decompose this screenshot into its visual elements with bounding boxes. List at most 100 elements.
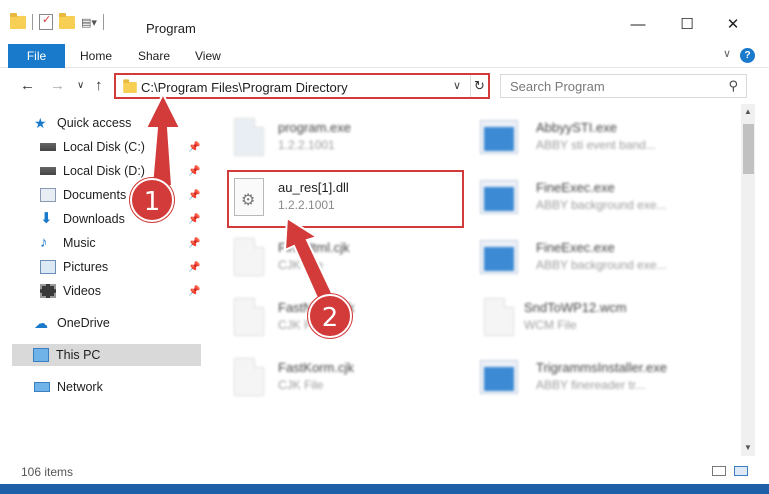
file-type: WCM File xyxy=(524,318,577,332)
sidebar-item-local-disk-c[interactable]: Local Disk (C:) 📌 xyxy=(0,136,206,158)
file-item[interactable]: SndToWP12.wcm WCM File xyxy=(480,292,720,348)
pin-icon: 📌 xyxy=(188,189,201,201)
sidebar-item-local-disk-d[interactable]: Local Disk (D:) 📌 xyxy=(0,160,206,182)
tab-view[interactable]: View xyxy=(195,44,221,68)
sidebar-item-label: Music xyxy=(63,236,96,250)
folder-icon xyxy=(10,12,26,29)
file-item[interactable]: FineExec.exe ABBY background exe... xyxy=(480,172,720,228)
scroll-thumb[interactable] xyxy=(743,124,754,174)
details-view-icon[interactable] xyxy=(712,466,726,476)
tab-file[interactable]: File xyxy=(8,44,65,68)
sidebar-item-label: Quick access xyxy=(57,116,132,130)
customize-toolbar-icon[interactable]: ▤▾ xyxy=(81,16,97,29)
new-folder-icon[interactable] xyxy=(59,12,75,29)
maximize-button[interactable]: ☐ xyxy=(677,14,697,34)
recent-locations-button[interactable]: ∨ xyxy=(77,80,84,91)
tab-home[interactable]: Home xyxy=(80,44,112,68)
folder-icon xyxy=(123,79,137,94)
sidebar-item-pictures[interactable]: Pictures 📌 xyxy=(0,256,206,278)
help-icon[interactable]: ? xyxy=(740,48,755,63)
sidebar-item-label: Local Disk (C:) xyxy=(63,140,145,154)
file-icon xyxy=(230,356,268,398)
scroll-down-icon[interactable]: ▼ xyxy=(741,440,755,456)
toolbar-separator xyxy=(32,14,33,30)
sidebar-item-network[interactable]: Network xyxy=(0,376,206,398)
pin-icon: 📌 xyxy=(188,237,201,249)
sidebar-item-label: Local Disk (D:) xyxy=(63,164,145,178)
file-item[interactable]: TrigrammsInstaller.exe ABBY finereader t… xyxy=(480,352,720,408)
large-icons-view-icon[interactable] xyxy=(734,466,748,476)
sidebar-item-music[interactable]: ♪ Music 📌 xyxy=(0,232,206,254)
star-icon: ★ xyxy=(34,115,47,131)
search-icon[interactable]: ⚲ xyxy=(728,78,738,94)
quick-access-toolbar: ▤▾ xyxy=(10,12,104,30)
sidebar-item-label: Downloads xyxy=(63,212,125,226)
minimize-button[interactable]: — xyxy=(628,14,648,34)
status-bar: 106 items xyxy=(0,456,769,484)
file-item[interactable]: FineHtml.cjk CJK File xyxy=(230,232,470,288)
address-path[interactable]: C:\Program Files\Program Directory xyxy=(141,80,348,95)
pin-icon: 📌 xyxy=(188,141,201,153)
up-button[interactable]: ↑ xyxy=(95,77,103,94)
pin-icon: 📌 xyxy=(188,285,201,297)
downloads-icon: ⬇ xyxy=(40,210,53,227)
forward-button[interactable]: → xyxy=(50,77,65,94)
back-button[interactable]: ← xyxy=(20,77,35,94)
file-type: CJK File xyxy=(278,258,324,272)
file-name: FineExec.exe xyxy=(536,240,615,255)
pc-icon xyxy=(33,348,49,362)
window-title: Program xyxy=(146,21,196,36)
sidebar-item-label: Documents xyxy=(63,188,127,202)
callout-2: 2 xyxy=(308,294,352,338)
sidebar-item-label: OneDrive xyxy=(57,316,110,330)
file-list: program.exe 1.2.2.1001 AbbyySTI.exe ABBY… xyxy=(206,104,741,456)
sidebar-item-label: Videos xyxy=(63,284,101,298)
expand-ribbon-icon[interactable]: ∨ xyxy=(723,47,731,60)
file-icon xyxy=(230,296,268,338)
file-item[interactable]: AbbyySTI.exe ABBY sti event band... xyxy=(480,112,720,168)
tab-share[interactable]: Share xyxy=(138,44,170,68)
ribbon-tabs: File Home Share View ∨ ? xyxy=(0,44,769,68)
close-button[interactable]: ✕ xyxy=(723,14,743,34)
sidebar-item-label: This PC xyxy=(56,348,101,362)
file-description: ABBY background exe... xyxy=(536,258,667,272)
scroll-up-icon[interactable]: ▲ xyxy=(741,104,755,120)
file-description: ABBY finereader tr... xyxy=(536,378,646,392)
file-description: ABBY background exe... xyxy=(536,198,667,212)
videos-icon xyxy=(40,284,56,298)
file-name: AbbyySTI.exe xyxy=(536,120,617,135)
pin-icon: 📌 xyxy=(188,213,201,225)
file-name: FineExec.exe xyxy=(536,180,615,195)
file-item[interactable]: FastKorm.cjk CJK File xyxy=(230,352,470,408)
window-frame-bottom xyxy=(0,484,769,494)
file-name: SndToWP12.wcm xyxy=(524,300,627,315)
sidebar-item-quick-access[interactable]: ★ Quick access xyxy=(0,112,206,134)
address-bar[interactable]: C:\Program Files\Program Directory ∨ ↻ xyxy=(114,73,490,99)
network-icon xyxy=(34,382,50,392)
sidebar-item-documents[interactable]: Documents 📌 xyxy=(0,184,206,206)
documents-icon xyxy=(40,188,56,202)
pin-icon: 📌 xyxy=(188,261,201,273)
music-icon: ♪ xyxy=(40,234,48,251)
search-placeholder: Search Program xyxy=(510,79,605,94)
file-item[interactable]: program.exe 1.2.2.1001 xyxy=(230,112,470,168)
sidebar-item-this-pc[interactable]: This PC xyxy=(12,344,201,366)
vertical-scrollbar[interactable]: ▲ ▼ xyxy=(741,104,755,456)
sidebar-item-downloads[interactable]: ⬇ Downloads 📌 xyxy=(0,208,206,230)
sidebar-item-videos[interactable]: Videos 📌 xyxy=(0,280,206,302)
drive-icon xyxy=(40,167,56,175)
address-dropdown-icon[interactable]: ∨ xyxy=(453,79,461,92)
file-description: ABBY sti event band... xyxy=(536,138,656,152)
item-count: 106 items xyxy=(21,465,74,479)
app-icon xyxy=(480,236,518,278)
callout-1: 1 xyxy=(130,178,174,222)
app-icon xyxy=(480,176,518,218)
file-version: 1.2.2.1001 xyxy=(278,138,335,152)
file-item[interactable]: FineExec.exe ABBY background exe... xyxy=(480,232,720,288)
sidebar-item-label: Pictures xyxy=(63,260,109,274)
refresh-button[interactable]: ↻ xyxy=(470,75,488,97)
search-input[interactable]: Search Program ⚲ xyxy=(500,74,747,98)
properties-icon[interactable] xyxy=(39,13,53,30)
title-bar: ▤▾ Program — ☐ ✕ xyxy=(0,0,769,44)
sidebar-item-onedrive[interactable]: ☁ OneDrive xyxy=(0,312,206,334)
